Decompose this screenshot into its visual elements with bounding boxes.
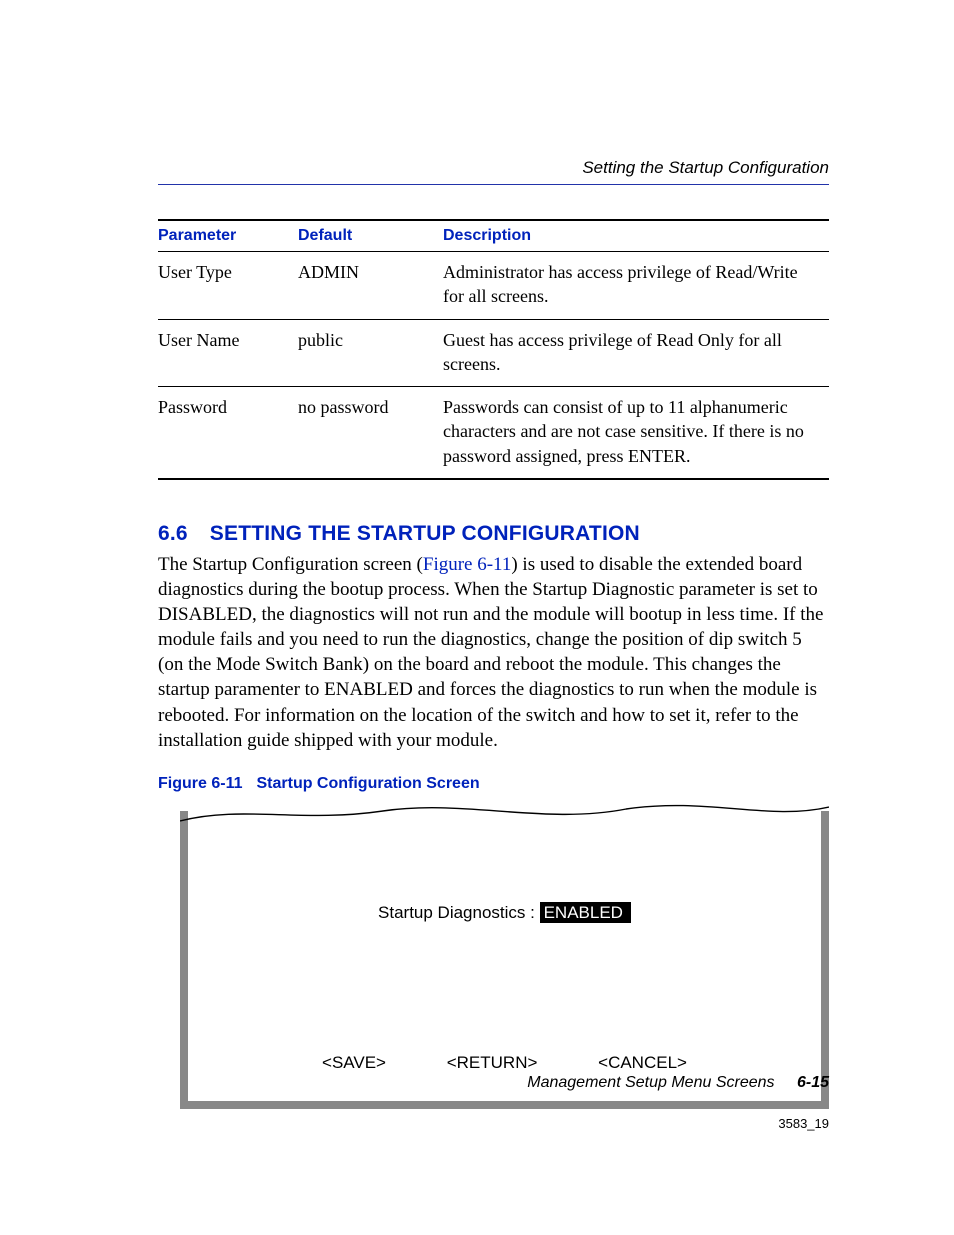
cancel-action: <CANCEL> (598, 1053, 687, 1072)
cell-param: User Name (158, 319, 298, 387)
section-heading: 6.6 SETTING THE STARTUP CONFIGURATION (158, 522, 829, 546)
cell-param: User Type (158, 252, 298, 320)
torn-edge-icon (180, 801, 829, 825)
running-head: Setting the Startup Configuration (158, 158, 829, 178)
figure-id: 3583_19 (778, 1116, 829, 1131)
save-action: <SAVE> (322, 1053, 386, 1072)
th-parameter: Parameter (158, 220, 298, 252)
cell-default: no password (298, 387, 443, 479)
startup-diagnostics-row: Startup Diagnostics : ENABLED (188, 903, 821, 923)
section-number: 6.6 (158, 522, 188, 546)
para-text: The Startup Configuration screen ( (158, 554, 423, 575)
section-paragraph: The Startup Configuration screen (Figure… (158, 552, 829, 753)
header-rule (158, 184, 829, 185)
page-number: 6-15 (797, 1074, 829, 1091)
th-description: Description (443, 220, 829, 252)
figure-title: Startup Configuration Screen (256, 775, 479, 792)
page-footer: Management Setup Menu Screens 6-15 (527, 1074, 829, 1092)
cell-desc: Administrator has access privilege of Re… (443, 252, 829, 320)
figure-label: Figure 6-11 (158, 775, 242, 792)
figure-caption: Figure 6-11 Startup Configuration Screen (158, 775, 829, 793)
screen-actions: <SAVE> <RETURN> <CANCEL> (188, 1053, 821, 1073)
section-title: SETTING THE STARTUP CONFIGURATION (210, 522, 640, 545)
table-row: User Name public Guest has access privil… (158, 319, 829, 387)
cell-default: ADMIN (298, 252, 443, 320)
cell-desc: Guest has access privilege of Read Only … (443, 319, 829, 387)
para-text: ) is used to disable the extended board … (158, 554, 823, 751)
screen-frame: Startup Diagnostics : ENABLED <SAVE> <RE… (180, 811, 829, 1109)
table-row: User Type ADMIN Administrator has access… (158, 252, 829, 320)
cell-desc: Passwords can consist of up to 11 alphan… (443, 387, 829, 479)
footer-text: Management Setup Menu Screens (527, 1074, 774, 1091)
cell-param: Password (158, 387, 298, 479)
figure-crossref[interactable]: Figure 6-11 (423, 554, 511, 575)
table-row: Password no password Passwords can consi… (158, 387, 829, 479)
parameter-table: Parameter Default Description User Type … (158, 219, 829, 480)
return-action: <RETURN> (447, 1053, 538, 1072)
startup-diagnostics-value: ENABLED (540, 902, 631, 923)
startup-diagnostics-label: Startup Diagnostics : (378, 903, 540, 922)
cell-default: public (298, 319, 443, 387)
th-default: Default (298, 220, 443, 252)
